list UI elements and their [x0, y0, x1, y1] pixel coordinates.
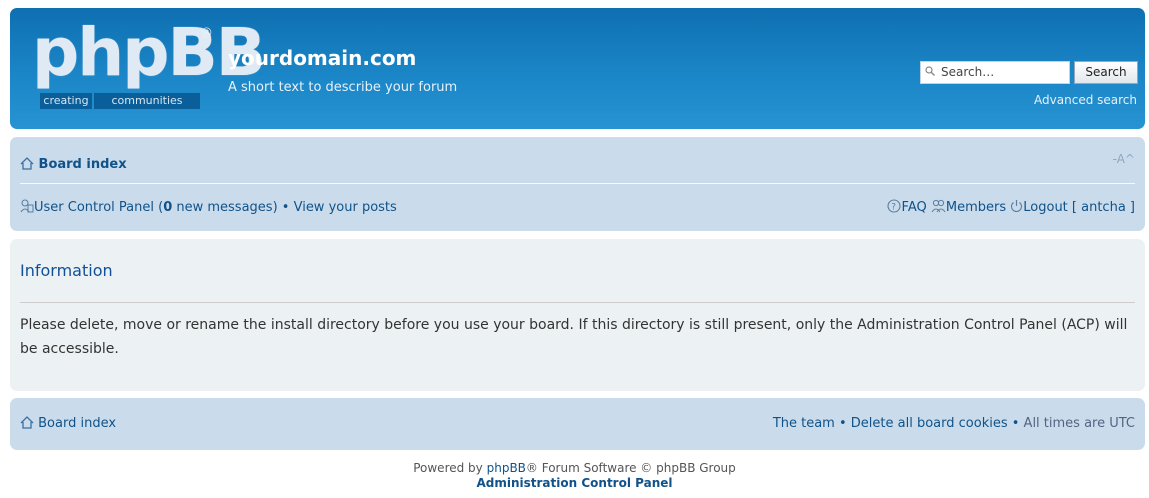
- advanced-search-link[interactable]: Advanced search: [1034, 93, 1137, 107]
- logo-tagline-creating: creating: [40, 93, 92, 109]
- faq-icon: ?: [886, 199, 901, 213]
- site-header: phpBB ® creating communities yourdomain.…: [10, 8, 1145, 129]
- new-messages-count[interactable]: 0: [163, 200, 172, 215]
- home-icon: [20, 416, 34, 429]
- breadcrumb: Board index: [20, 157, 127, 172]
- delete-cookies-link[interactable]: Delete all board cookies: [851, 416, 1008, 431]
- svg-text:?: ?: [891, 203, 896, 213]
- username[interactable]: antcha: [1081, 200, 1126, 215]
- powered-by-text: Powered by: [413, 461, 483, 475]
- logout-icon: [1011, 200, 1023, 213]
- search-button[interactable]: Search: [1074, 61, 1138, 84]
- members-icon: [931, 199, 946, 213]
- information-panel: Information Please delete, move or renam…: [10, 239, 1145, 391]
- search-input[interactable]: Search…: [920, 61, 1070, 84]
- board-index-link[interactable]: Board index: [39, 157, 127, 172]
- logout-link[interactable]: Logout: [1023, 200, 1068, 215]
- ucp-link[interactable]: User Control Panel: [34, 200, 154, 215]
- site-description: A short text to describe your forum: [228, 80, 458, 95]
- members-link[interactable]: Members: [946, 200, 1006, 215]
- admin-control-panel-link[interactable]: Administration Control Panel: [0, 476, 1149, 491]
- information-divider: [20, 302, 1135, 303]
- copyright-footer: Powered by phpBB® Forum Software © phpBB…: [0, 461, 1149, 491]
- phpbb-logo[interactable]: phpBB ® creating communities: [22, 14, 266, 122]
- header-right-links: ? FAQ Members Logout [ antcha ]: [886, 199, 1135, 215]
- footer-links: The team • Delete all board cookies • Al…: [772, 416, 1135, 431]
- navbar-divider: [20, 183, 1135, 184]
- user-links: User Control Panel (0 new messages) • Vi…: [20, 199, 397, 215]
- footer-board-index-link[interactable]: Board index: [38, 416, 116, 431]
- font-size-control[interactable]: -A^: [1113, 152, 1135, 166]
- navbar: Board index -A^ User Control Panel (0 ne…: [10, 137, 1145, 231]
- search-icon: [925, 66, 935, 76]
- information-title: Information: [20, 261, 113, 280]
- timezone-text: All times are UTC: [1023, 416, 1135, 431]
- user-control-panel-icon: [20, 199, 34, 213]
- new-messages-link[interactable]: new messages: [176, 200, 272, 215]
- logo-tagline-communities: communities: [94, 93, 200, 109]
- footer-navbar: Board index The team • Delete all board …: [10, 398, 1145, 450]
- the-team-link[interactable]: The team: [773, 416, 835, 431]
- search-placeholder: Search…: [941, 65, 995, 79]
- information-message: Please delete, move or rename the instal…: [20, 317, 1128, 357]
- copyright-text: ® Forum Software © phpBB Group: [525, 461, 736, 475]
- site-title[interactable]: yourdomain.com: [228, 46, 416, 70]
- faq-link[interactable]: FAQ: [902, 200, 927, 215]
- footer-breadcrumb: Board index: [20, 416, 116, 431]
- logo-registered-mark: ®: [200, 26, 213, 41]
- view-your-posts-link[interactable]: View your posts: [294, 200, 397, 215]
- home-icon: [20, 157, 34, 170]
- phpbb-link[interactable]: phpBB: [487, 461, 526, 475]
